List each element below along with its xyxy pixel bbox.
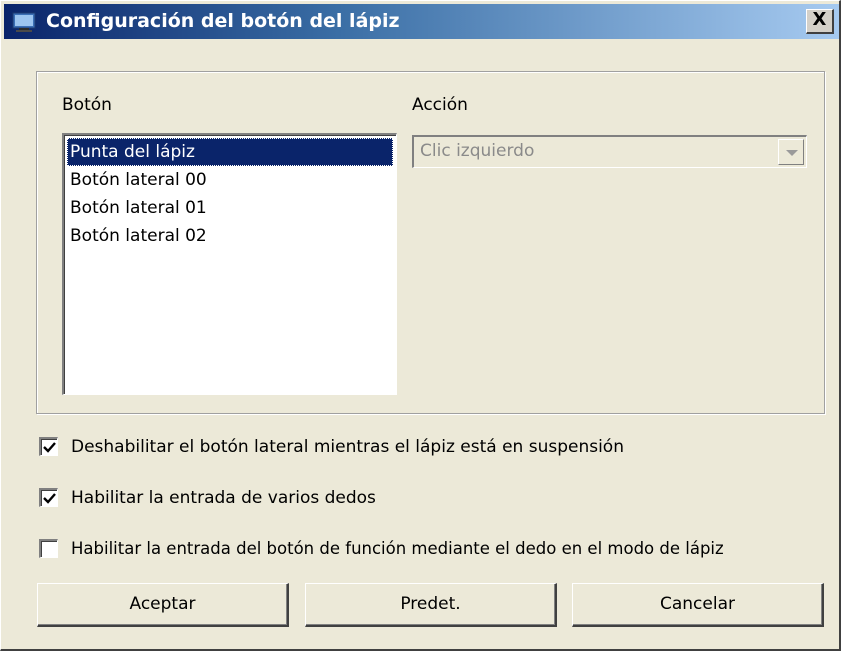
button-column-label: Botón (62, 95, 112, 115)
multi-finger-input-checkbox[interactable] (39, 488, 58, 507)
window-title: Configuración del botón del lápiz (46, 10, 400, 32)
disable-side-button-hover-checkbox[interactable] (39, 437, 58, 456)
title-bar[interactable]: Configuración del botón del lápiz X (4, 4, 839, 39)
action-column-label: Acción (412, 95, 468, 115)
action-dropdown-value: Clic izquierdo (420, 141, 535, 161)
action-dropdown[interactable]: Clic izquierdo (412, 135, 807, 168)
list-item-pen-tip[interactable]: Punta del lápiz (67, 138, 393, 166)
cancel-button[interactable]: Cancelar (572, 583, 824, 627)
list-item-side-button-02[interactable]: Botón lateral 02 (67, 222, 393, 250)
checkmark-icon (43, 493, 56, 504)
function-button-finger-label: Habilitar la entrada del botón de funció… (71, 539, 724, 558)
function-button-finger-option[interactable]: Habilitar la entrada del botón de funció… (39, 537, 834, 561)
pen-button-list[interactable]: Punta del lápiz Botón lateral 00 Botón l… (62, 133, 397, 395)
default-button[interactable]: Predet. (305, 583, 557, 627)
multi-finger-input-option[interactable]: Habilitar la entrada de varios dedos (39, 486, 459, 510)
checkmark-icon (43, 442, 56, 453)
disable-side-button-hover-option[interactable]: Deshabilitar el botón lateral mientras e… (39, 435, 779, 459)
close-icon: X (812, 9, 827, 30)
pen-button-settings-dialog: Configuración del botón del lápiz X Botó… (0, 0, 841, 651)
function-button-finger-checkbox[interactable] (39, 539, 58, 558)
multi-finger-input-label: Habilitar la entrada de varios dedos (71, 488, 376, 508)
list-item-side-button-01[interactable]: Botón lateral 01 (67, 194, 393, 222)
disable-side-button-hover-label: Deshabilitar el botón lateral mientras e… (71, 437, 624, 457)
chevron-down-icon[interactable] (778, 139, 804, 165)
ok-button[interactable]: Aceptar (37, 583, 289, 627)
pen-tablet-icon (12, 11, 36, 33)
close-button[interactable]: X (806, 9, 834, 34)
list-item-side-button-00[interactable]: Botón lateral 00 (67, 166, 393, 194)
